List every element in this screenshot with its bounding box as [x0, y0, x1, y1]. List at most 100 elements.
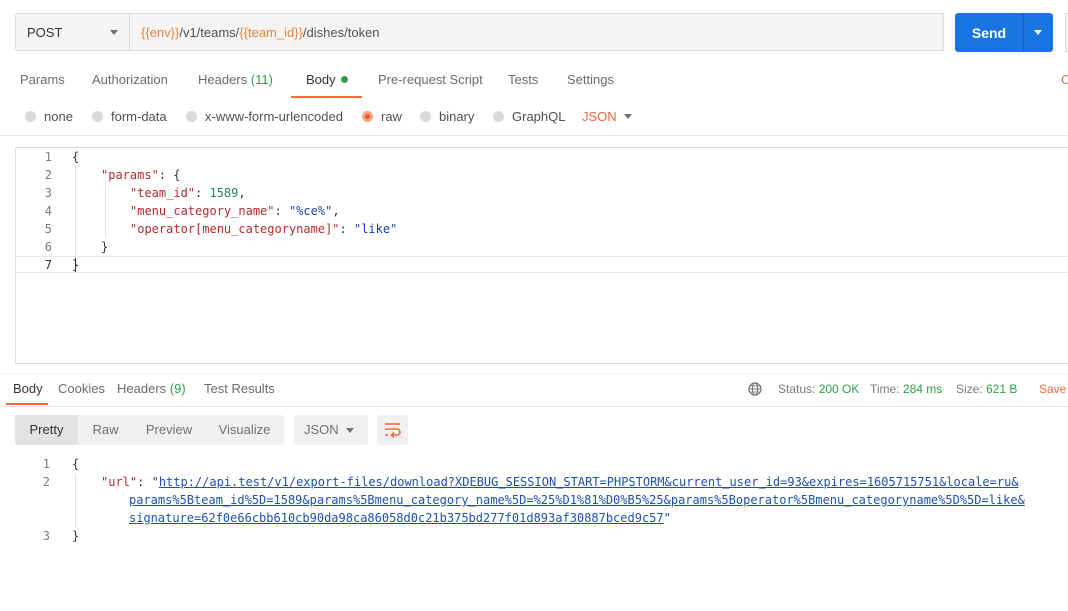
divider	[0, 406, 1068, 407]
response-line-1: {	[72, 457, 79, 471]
line-number: 4	[44, 204, 52, 218]
line-number: 3	[42, 529, 50, 543]
response-format-select[interactable]: JSON	[294, 415, 368, 445]
chevron-down-icon[interactable]	[624, 114, 632, 119]
line-number: 1	[42, 457, 50, 471]
url-path-segment: /v1/teams/	[179, 24, 240, 40]
body-type-urlencoded-label: x-www-form-urlencoded	[205, 109, 343, 124]
status-label: Status:	[778, 382, 816, 396]
view-mode-preview[interactable]: Preview	[133, 415, 205, 445]
body-type-graphql[interactable]: GraphQL	[493, 109, 565, 124]
tab-body[interactable]: Body	[306, 72, 348, 87]
body-format-select[interactable]: JSON	[582, 109, 617, 124]
line-number: 5	[44, 222, 52, 236]
time-value: 284 ms	[902, 382, 943, 396]
tab-body-label: Body	[306, 72, 336, 87]
json-key: "url"	[101, 475, 138, 489]
code-line-4: "menu_category_name": "%ce%",	[130, 204, 340, 218]
view-mode-visualize[interactable]: Visualize	[205, 415, 284, 445]
body-type-none[interactable]: none	[25, 109, 73, 124]
response-url-link[interactable]: params%5Bteam_id%5D=1589&params%5Bmenu_c…	[129, 493, 1025, 507]
time-label: Time:	[870, 382, 900, 396]
tab-tests[interactable]: Tests	[508, 72, 538, 87]
globe-icon[interactable]	[748, 382, 762, 396]
pane-splitter[interactable]	[0, 373, 1068, 374]
view-mode-raw[interactable]: Raw	[78, 415, 133, 445]
wrap-lines-button[interactable]	[377, 415, 408, 445]
response-line-2: "url": "http://api.test/v1/export-files/…	[101, 475, 1019, 489]
body-type-none-label: none	[44, 109, 73, 124]
response-tab-cookies[interactable]: Cookies	[58, 381, 105, 396]
response-tab-headers[interactable]: Headers (9)	[117, 381, 186, 396]
cookies-link[interactable]: C	[1061, 72, 1068, 87]
save-response-button[interactable]: Save	[1039, 382, 1066, 396]
size-label: Size:	[956, 382, 983, 396]
json-quote: "	[151, 475, 159, 489]
line-number: 2	[42, 475, 50, 489]
body-type-raw[interactable]: raw	[362, 109, 402, 124]
tab-prerequest-script[interactable]: Pre-request Script	[378, 72, 483, 87]
body-type-binary[interactable]: binary	[420, 109, 474, 124]
tab-params[interactable]: Params	[20, 72, 65, 87]
json-quote: "	[663, 511, 671, 525]
json-number: 1589	[209, 186, 239, 200]
brace-close: }	[101, 240, 109, 254]
body-type-binary-label: binary	[439, 109, 475, 124]
code-line-1: {	[72, 150, 79, 164]
json-punct: ,	[238, 186, 246, 200]
tab-settings[interactable]: Settings	[567, 72, 614, 87]
modified-indicator-dot	[340, 76, 348, 83]
active-tab-indicator	[6, 403, 48, 405]
response-line-2-wrap: signature=62f0e66cbb610cb90da98ca86058d0…	[129, 511, 671, 525]
response-line-3: }	[72, 529, 79, 543]
method-select[interactable]: POST	[15, 13, 130, 51]
send-button[interactable]: Send	[955, 13, 1023, 52]
response-url-link[interactable]: http://api.test/v1/export-files/download…	[159, 475, 1019, 489]
line-number: 6	[44, 240, 52, 254]
radio-icon	[25, 111, 36, 122]
json-punct: :	[274, 204, 289, 218]
line-number: 2	[44, 168, 52, 182]
body-type-raw-label: raw	[381, 109, 402, 124]
method-value: POST	[27, 24, 63, 40]
code-line-2: "params": {	[101, 168, 180, 182]
response-url-link[interactable]: signature=62f0e66cbb610cb90da98ca86058d0…	[129, 511, 664, 525]
radio-icon	[92, 111, 103, 122]
tab-headers[interactable]: Headers (11)	[198, 72, 273, 87]
radio-selected-icon	[362, 111, 373, 122]
response-tab-test-results[interactable]: Test Results	[204, 381, 275, 396]
size-value: 621 B	[986, 382, 1018, 396]
url-input[interactable]: {{env}}/v1/teams/{{team_id}}/dishes/toke…	[130, 13, 944, 51]
indent-guide	[105, 183, 106, 237]
brace-open: {	[72, 150, 80, 164]
view-mode-pretty[interactable]: Pretty	[15, 415, 78, 445]
json-punct: ,	[332, 204, 340, 218]
text-cursor	[75, 258, 76, 272]
code-line-3: "team_id": 1589,	[130, 186, 246, 200]
response-tab-body[interactable]: Body	[13, 381, 43, 396]
json-punct: :	[195, 186, 210, 200]
wrap-lines-icon	[385, 423, 401, 439]
brace-open: {	[72, 457, 80, 471]
line-number: 3	[44, 186, 52, 200]
json-string: "%ce%"	[288, 204, 333, 218]
time-readout: Time: 284 ms	[870, 382, 942, 396]
radio-icon	[186, 111, 197, 122]
json-string: "like"	[353, 222, 398, 236]
line-number: 1	[44, 150, 52, 164]
json-key: "menu_category_name"	[130, 204, 275, 218]
status-value: 200 OK	[818, 382, 860, 396]
body-type-graphql-label: GraphQL	[512, 109, 566, 124]
chevron-down-icon	[1034, 30, 1042, 35]
json-key: "operator[menu_categoryname]"	[130, 222, 340, 236]
tab-authorization[interactable]: Authorization	[92, 72, 168, 87]
send-options-button[interactable]	[1023, 13, 1053, 52]
json-punct: :	[339, 222, 354, 236]
url-team-id-variable: {{team_id}}	[239, 24, 303, 40]
indent-guide	[75, 474, 76, 528]
body-type-urlencoded[interactable]: x-www-form-urlencoded	[186, 109, 343, 124]
radio-icon	[493, 111, 504, 122]
body-type-form-data[interactable]: form-data	[92, 109, 167, 124]
indent-guide	[75, 165, 76, 255]
size-readout: Size: 621 B	[956, 382, 1017, 396]
